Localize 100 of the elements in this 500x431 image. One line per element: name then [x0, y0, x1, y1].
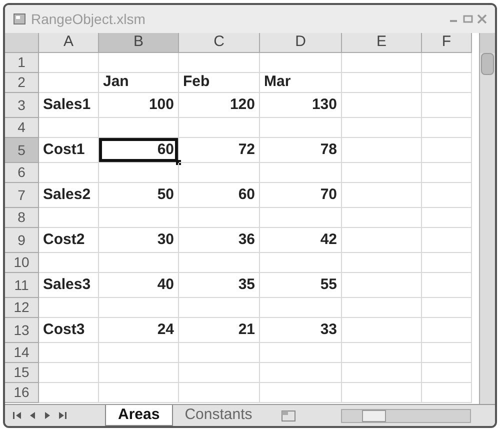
table-cell[interactable] [342, 73, 422, 93]
table-cell[interactable] [342, 53, 422, 73]
table-cell[interactable] [422, 253, 472, 273]
table-cell[interactable] [422, 73, 472, 93]
table-cell[interactable] [260, 163, 342, 183]
table-cell[interactable] [179, 118, 260, 138]
maximize-icon[interactable] [463, 14, 473, 24]
row-header[interactable]: 2 [5, 73, 39, 93]
table-cell[interactable] [422, 208, 472, 228]
right-arrow-icon[interactable] [43, 411, 52, 420]
vertical-scrollbar[interactable] [479, 33, 495, 404]
table-cell[interactable] [179, 53, 260, 73]
row-header[interactable]: 12 [5, 298, 39, 318]
column-header[interactable]: D [260, 33, 342, 53]
table-cell[interactable] [422, 53, 472, 73]
sheet-tab[interactable]: Constants [172, 405, 264, 426]
row-header[interactable]: 13 [5, 318, 39, 343]
row-header[interactable]: 4 [5, 118, 39, 138]
table-cell[interactable] [422, 298, 472, 318]
right-arrow-icon[interactable] [58, 411, 67, 420]
table-cell[interactable]: 55 [260, 273, 342, 298]
table-cell[interactable]: 35 [179, 273, 260, 298]
sheet-tab[interactable]: Areas [105, 405, 173, 426]
row-header[interactable]: 1 [5, 53, 39, 73]
table-cell[interactable] [422, 183, 472, 208]
table-cell[interactable] [422, 383, 472, 403]
table-cell[interactable] [342, 93, 422, 118]
table-cell[interactable] [342, 318, 422, 343]
insert-sheet-icon[interactable] [280, 408, 298, 422]
table-cell[interactable]: Cost2 [39, 228, 99, 253]
scroll-up-button[interactable] [480, 33, 495, 53]
table-cell[interactable] [179, 163, 260, 183]
table-cell[interactable] [179, 383, 260, 403]
table-cell[interactable] [422, 138, 472, 163]
left-arrow-icon[interactable] [28, 411, 37, 420]
row-header[interactable]: 16 [5, 383, 39, 403]
table-cell[interactable]: Mar [260, 73, 342, 93]
table-cell[interactable]: 70 [260, 183, 342, 208]
table-cell[interactable] [39, 253, 99, 273]
table-cell[interactable] [342, 118, 422, 138]
table-cell[interactable] [260, 343, 342, 363]
table-cell[interactable] [342, 208, 422, 228]
scroll-thumb[interactable] [362, 410, 386, 422]
table-cell[interactable] [342, 138, 422, 163]
table-cell[interactable]: 60 [99, 138, 179, 163]
table-cell[interactable] [99, 118, 179, 138]
table-cell[interactable]: 42 [260, 228, 342, 253]
table-cell[interactable] [422, 318, 472, 343]
table-cell[interactable] [422, 93, 472, 118]
row-header[interactable]: 11 [5, 273, 39, 298]
table-cell[interactable] [99, 163, 179, 183]
row-header[interactable]: 10 [5, 253, 39, 273]
table-cell[interactable] [39, 163, 99, 183]
table-cell[interactable]: 120 [179, 93, 260, 118]
table-cell[interactable] [99, 383, 179, 403]
table-cell[interactable] [39, 363, 99, 383]
table-cell[interactable] [99, 253, 179, 273]
table-cell[interactable] [39, 118, 99, 138]
table-cell[interactable] [260, 118, 342, 138]
table-cell[interactable] [39, 343, 99, 363]
table-cell[interactable] [342, 183, 422, 208]
column-header[interactable]: A [39, 33, 99, 53]
table-cell[interactable]: 21 [179, 318, 260, 343]
table-cell[interactable] [260, 53, 342, 73]
table-cell[interactable] [342, 253, 422, 273]
table-cell[interactable] [342, 298, 422, 318]
table-cell[interactable] [342, 163, 422, 183]
table-cell[interactable]: Feb [179, 73, 260, 93]
table-cell[interactable] [179, 208, 260, 228]
table-cell[interactable]: 24 [99, 318, 179, 343]
table-cell[interactable] [39, 383, 99, 403]
row-header[interactable]: 7 [5, 183, 39, 208]
table-cell[interactable] [99, 53, 179, 73]
row-header[interactable]: 14 [5, 343, 39, 363]
table-cell[interactable] [99, 298, 179, 318]
table-cell[interactable]: 30 [99, 228, 179, 253]
table-cell[interactable] [342, 228, 422, 253]
table-cell[interactable] [422, 118, 472, 138]
select-all-corner[interactable] [5, 33, 39, 53]
table-cell[interactable] [39, 53, 99, 73]
table-cell[interactable]: 33 [260, 318, 342, 343]
table-cell[interactable] [342, 363, 422, 383]
table-cell[interactable] [260, 208, 342, 228]
row-header[interactable]: 9 [5, 228, 39, 253]
table-cell[interactable] [99, 343, 179, 363]
table-cell[interactable]: Cost1 [39, 138, 99, 163]
column-header[interactable]: C [179, 33, 260, 53]
table-cell[interactable]: Sales1 [39, 93, 99, 118]
table-cell[interactable] [342, 383, 422, 403]
table-cell[interactable]: 72 [179, 138, 260, 163]
table-cell[interactable]: 100 [99, 93, 179, 118]
table-cell[interactable] [422, 228, 472, 253]
table-cell[interactable] [342, 273, 422, 298]
column-header[interactable]: E [342, 33, 422, 53]
table-cell[interactable] [179, 363, 260, 383]
left-arrow-icon[interactable] [13, 411, 22, 420]
column-header[interactable]: B [99, 33, 179, 53]
table-cell[interactable] [260, 363, 342, 383]
table-cell[interactable] [179, 253, 260, 273]
table-cell[interactable] [39, 208, 99, 228]
